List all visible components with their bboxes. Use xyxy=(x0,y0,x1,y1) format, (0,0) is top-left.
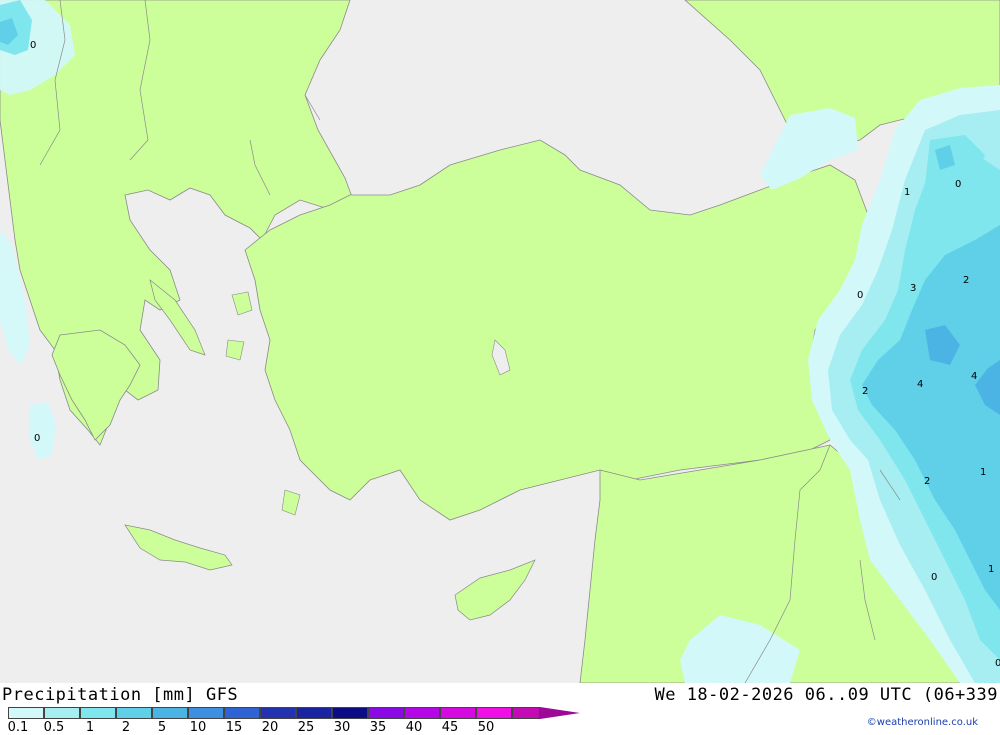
valid-time: We 18-02-2026 06..09 UTC (06+339 xyxy=(654,685,998,705)
legend-swatch xyxy=(368,707,404,719)
contour-label: 0 xyxy=(34,433,40,444)
legend-swatch xyxy=(8,707,44,719)
contour-label: 1 xyxy=(988,564,994,575)
legend-swatch xyxy=(512,707,540,719)
legend-swatch xyxy=(224,707,260,719)
legend-swatch xyxy=(80,707,116,719)
contour-label: 0 xyxy=(30,40,36,51)
precipitation-map: 0 0 1 0 2 0 3 2 4 4 2 1 0 1 0 xyxy=(0,0,1000,683)
legend-swatch xyxy=(404,707,440,719)
contour-label: 2 xyxy=(924,476,930,487)
contour-label: 3 xyxy=(910,283,916,294)
contour-label: 4 xyxy=(917,379,923,390)
legend-swatch xyxy=(152,707,188,719)
contour-label: 2 xyxy=(963,275,969,286)
legend-swatch xyxy=(296,707,332,719)
contour-label: 0 xyxy=(995,658,1000,669)
legend-swatch xyxy=(476,707,512,719)
legend-swatch xyxy=(332,707,368,719)
legend-swatch xyxy=(44,707,80,719)
contour-label: 1 xyxy=(980,467,986,478)
legend-labels: 0.1 0.5 1 2 5 10 15 20 25 30 35 40 45 50 xyxy=(0,720,520,735)
map-title: Precipitation [mm] GFS xyxy=(2,685,239,705)
legend-swatch xyxy=(188,707,224,719)
color-legend xyxy=(8,707,580,719)
contour-label: 0 xyxy=(955,179,961,190)
legend-swatch xyxy=(260,707,296,719)
contour-label: 1 xyxy=(904,187,910,198)
contour-label: 0 xyxy=(931,572,937,583)
contour-label: 2 xyxy=(862,386,868,397)
legend-swatch xyxy=(116,707,152,719)
contour-label: 4 xyxy=(971,371,977,382)
legend-swatch xyxy=(440,707,476,719)
contour-label: 0 xyxy=(857,290,863,301)
credit-link[interactable]: ©weatheronline.co.uk xyxy=(867,717,978,728)
legend-arrow xyxy=(540,707,580,719)
map-footer: Precipitation [mm] GFS We 18-02-2026 06.… xyxy=(0,683,1000,735)
